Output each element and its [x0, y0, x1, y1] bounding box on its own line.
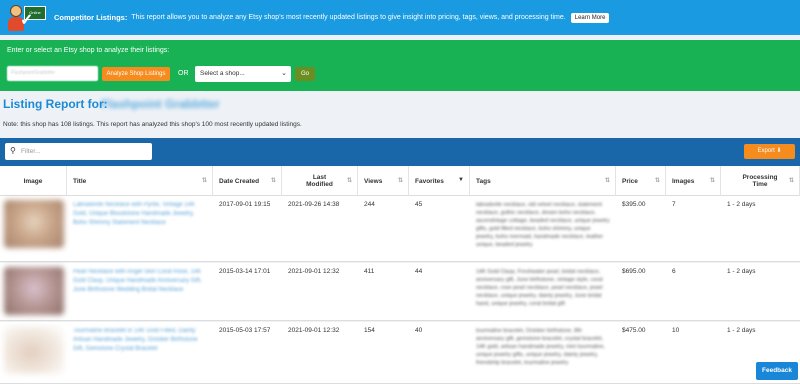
- col-last-modified-label: Last Modified: [306, 174, 333, 188]
- listing-title-link[interactable]: Labradorite Necklace with Pyrite, Vintag…: [67, 196, 213, 233]
- listing-thumbnail[interactable]: [4, 267, 64, 315]
- listing-price: $475.00: [622, 327, 646, 334]
- col-price[interactable]: Price ⇅: [616, 166, 666, 196]
- sort-desc-icon: ▼: [458, 177, 464, 183]
- filter-placeholder: Filter...: [21, 148, 41, 155]
- listing-title-link[interactable]: Pearl Necklace with Angel Skin Coral Ros…: [67, 263, 213, 300]
- col-views[interactable]: Views ⇅: [358, 166, 409, 196]
- last-modified: 2021-09-26 14:38: [288, 201, 340, 208]
- listing-tags: 14K Gold Clasp, Freshwater pearl, bridal…: [476, 269, 603, 307]
- shop-select[interactable]: Select a shop... ⌄: [195, 66, 291, 82]
- processing-time: 1 - 2 days: [727, 201, 756, 208]
- col-title-label: Title: [73, 177, 87, 185]
- col-processing-time[interactable]: Processing Time ⇅: [721, 166, 800, 196]
- listing-tags: tourmaline bracelet, October birthstone,…: [476, 328, 605, 366]
- listing-thumbnail[interactable]: [4, 326, 64, 374]
- favorites-count: 40: [415, 327, 423, 334]
- go-button[interactable]: Go: [295, 67, 315, 81]
- analyze-shop-button[interactable]: Analyze Shop Listings: [102, 67, 170, 81]
- col-images[interactable]: Images ⇅: [666, 166, 721, 196]
- sort-icon: ⇅: [788, 178, 794, 184]
- shop-selector-panel: Enter or select an Etsy shop to analyze …: [0, 40, 800, 91]
- feedback-button[interactable]: Feedback: [756, 362, 798, 380]
- date-created: 2015-05-03 17:57: [219, 327, 271, 334]
- col-processing-time-label: Processing Time: [742, 174, 778, 188]
- table-row[interactable]: Tourmaline Bracelet in 14K Gold Filled, …: [0, 322, 800, 384]
- date-created: 2015-03-14 17:01: [219, 268, 271, 275]
- listing-tags: labradorite necklace, old velvet necklac…: [476, 202, 610, 248]
- listing-title-link[interactable]: Tourmaline Bracelet in 14K Gold Filled, …: [67, 322, 213, 359]
- col-image[interactable]: Image: [0, 166, 67, 196]
- shop-name-input[interactable]: FlashpointGrabbtter: [7, 66, 98, 81]
- report-note: Note: this shop has 108 listings. This r…: [3, 121, 302, 128]
- col-views-label: Views: [364, 177, 383, 185]
- app-logo: Online ✓: [6, 3, 50, 33]
- chevron-down-icon: ⌄: [281, 70, 287, 77]
- listing-price: $395.00: [622, 201, 646, 208]
- images-count: 10: [672, 327, 680, 334]
- search-icon: ⚲: [10, 146, 16, 155]
- images-count: 6: [672, 268, 676, 275]
- col-title[interactable]: Title ⇅: [67, 166, 213, 196]
- check-icon: ✓: [20, 11, 34, 29]
- download-icon: ⬇: [776, 148, 782, 154]
- table-row[interactable]: Labradorite Necklace with Pyrite, Vintag…: [0, 196, 800, 262]
- shop-select-value: Select a shop...: [200, 70, 245, 77]
- report-shop-name: Flashpoint Grabbtter: [101, 97, 220, 111]
- favorites-count: 45: [415, 201, 423, 208]
- table-toolbar: ⚲ Filter... Export ⬇: [0, 138, 800, 166]
- sort-icon: ⇅: [397, 178, 403, 184]
- listing-thumbnail[interactable]: [4, 200, 64, 248]
- report-title: Listing Report for:: [3, 97, 108, 111]
- col-date-created-label: Date Created: [219, 177, 260, 185]
- listing-price: $695.00: [622, 268, 646, 275]
- processing-time: 1 - 2 days: [727, 327, 756, 334]
- col-tags-label: Tags: [476, 177, 491, 185]
- views-count: 154: [364, 327, 375, 334]
- images-count: 7: [672, 201, 676, 208]
- last-modified: 2021-09-01 12:32: [288, 327, 340, 334]
- col-last-modified[interactable]: Last Modified ⇅: [282, 166, 358, 196]
- export-button[interactable]: Export ⬇: [744, 144, 795, 159]
- learn-more-button[interactable]: Learn More: [570, 12, 610, 23]
- col-date-created[interactable]: Date Created ⇅: [213, 166, 282, 196]
- banner-title: Competitor Listings:: [54, 13, 128, 22]
- table-row[interactable]: Pearl Necklace with Angel Skin Coral Ros…: [0, 263, 800, 321]
- export-label: Export: [757, 148, 775, 154]
- listings-table: Image Title ⇅ Date Created ⇅ Last Modified…: [0, 166, 800, 384]
- processing-time: 1 - 2 days: [727, 268, 756, 275]
- favorites-count: 44: [415, 268, 423, 275]
- top-banner: Online ✓ Competitor Listings: This repor…: [0, 0, 800, 35]
- col-price-label: Price: [622, 177, 638, 185]
- col-favorites-label: Favorites: [415, 177, 444, 185]
- views-count: 411: [364, 268, 375, 275]
- table-header: Image Title ⇅ Date Created ⇅ Last Modified…: [0, 166, 800, 196]
- col-tags[interactable]: Tags ⇅: [470, 166, 616, 196]
- sort-icon: ⇅: [201, 178, 207, 184]
- sort-icon: ⇅: [654, 178, 660, 184]
- col-images-label: Images: [672, 177, 695, 185]
- last-modified: 2021-09-01 12:32: [288, 268, 340, 275]
- sort-icon: ⇅: [346, 178, 352, 184]
- sort-icon: ⇅: [604, 178, 610, 184]
- col-favorites[interactable]: Favorites ▼: [409, 166, 470, 196]
- sort-icon: ⇅: [709, 178, 715, 184]
- banner-description: This report allows you to analyze any Et…: [131, 14, 566, 21]
- col-image-label: Image: [23, 177, 43, 185]
- date-created: 2017-09-01 19:15: [219, 201, 271, 208]
- views-count: 244: [364, 201, 375, 208]
- sort-icon: ⇅: [270, 178, 276, 184]
- or-label: OR: [178, 70, 189, 77]
- shop-prompt: Enter or select an Etsy shop to analyze …: [7, 47, 170, 54]
- filter-input[interactable]: ⚲ Filter...: [5, 143, 152, 160]
